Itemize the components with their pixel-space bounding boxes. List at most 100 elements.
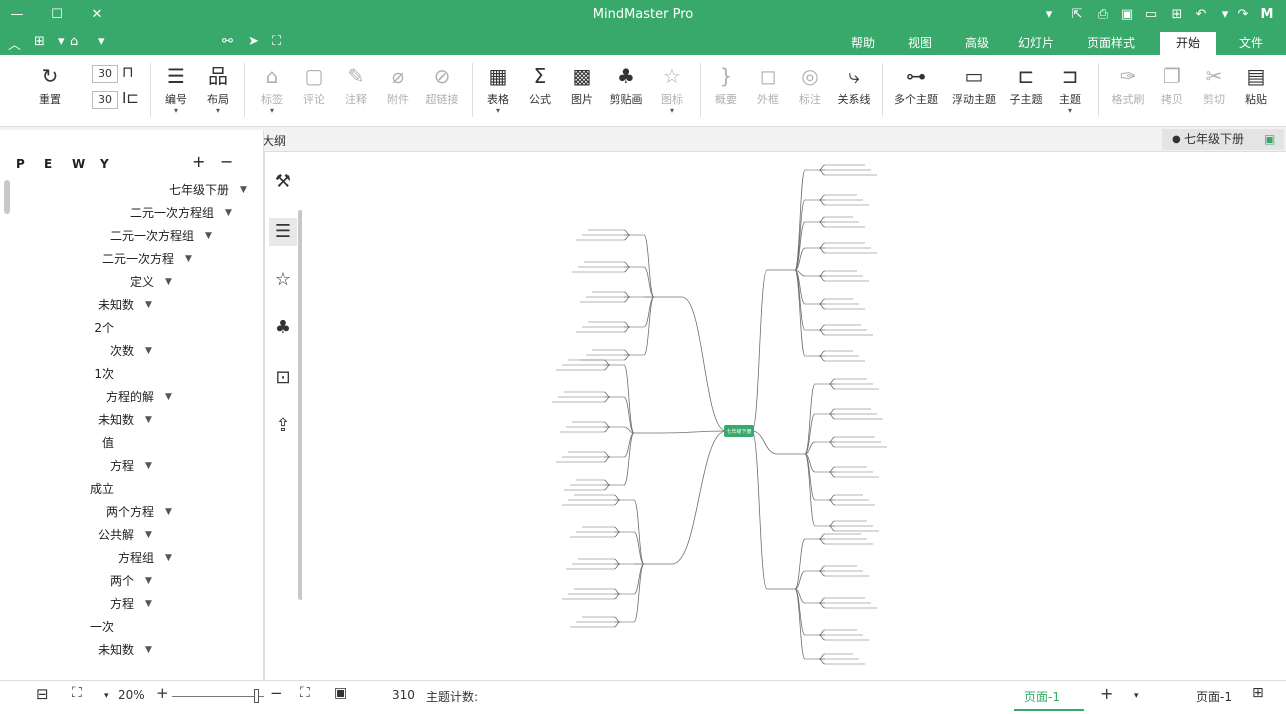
zoom-slider-track[interactable] (172, 696, 264, 697)
relationship-button[interactable]: ⤷ 关系线 (836, 61, 872, 117)
close-icon[interactable]: ● (1172, 129, 1181, 150)
callout-button[interactable]: ◎ 标注 (792, 61, 828, 117)
outline-item[interactable]: 一次 (90, 617, 114, 637)
print-icon[interactable]: ⎙ (1094, 6, 1112, 24)
zoom-dropdown-icon[interactable]: ▾ (104, 691, 109, 701)
outline-item[interactable]: 两个方程 (106, 502, 154, 522)
fit-width-icon[interactable]: ⊟ (36, 685, 49, 703)
page-list-dropdown-icon[interactable]: ▾ (1134, 691, 1139, 701)
page-tab-active[interactable]: 页面-1 (1014, 683, 1084, 711)
tab-file[interactable]: 文件 (1226, 32, 1276, 55)
numbering-button[interactable]: ☰ 编号 ▾ (158, 61, 194, 117)
fullscreen-icon[interactable]: ⛶ (272, 34, 281, 49)
tab-slideshow[interactable]: 幻灯片 (1008, 32, 1064, 55)
chevron-down-icon[interactable]: ▼ (185, 254, 192, 264)
shirt-icon[interactable]: ⌂ (70, 34, 78, 49)
add-page-icon[interactable]: + (1100, 684, 1113, 703)
outline-item[interactable]: 次数 (110, 341, 134, 361)
tab-home[interactable]: 开始 (1160, 32, 1216, 55)
zoom-slider-thumb[interactable] (254, 689, 259, 703)
remove-icon[interactable]: − (220, 152, 233, 172)
outline-item[interactable]: 未知数 (98, 410, 134, 430)
layout-button[interactable]: 品 布局 ▾ (200, 61, 236, 117)
chevron-down-icon[interactable]: ▼ (205, 231, 212, 241)
image-button[interactable]: ▩ 图片 (564, 61, 600, 117)
format-icon[interactable]: ⚒ (269, 168, 297, 196)
outline-item[interactable]: 1次 (94, 364, 114, 384)
chevron-down-icon[interactable]: ▼ (145, 599, 152, 609)
subtopic-button[interactable]: ⊏ 子主题 (1008, 61, 1044, 117)
chevron-down-icon[interactable]: ▼ (165, 392, 172, 402)
multiple-topics-button[interactable]: ⊶ 多个主题 (894, 61, 938, 117)
apps-icon[interactable]: ⊞ (34, 34, 45, 49)
fullscreen-icon[interactable]: ⛶ (300, 685, 310, 701)
spacing-vertical-input[interactable]: 30 (92, 91, 118, 109)
outline-item[interactable]: 未知数 (98, 640, 134, 660)
tab-advanced[interactable]: 高级 (952, 32, 1002, 55)
tag-button[interactable]: ⌂ 标签 ▾ (254, 61, 290, 117)
paste-button[interactable]: ▤ 粘贴 (1238, 61, 1274, 117)
new-icon[interactable]: ⊞ (1168, 6, 1186, 24)
outline-item[interactable]: 2个 (94, 318, 114, 338)
outline-item[interactable]: 值 (102, 433, 114, 453)
export-word-icon[interactable]: W (72, 154, 85, 174)
save-icon[interactable]: ▣ (1118, 6, 1136, 24)
document-tab[interactable]: ● 七年级下册 ▣ (1162, 129, 1284, 150)
outline-item[interactable]: 二元一次方程组 (130, 203, 214, 223)
outline-item[interactable]: 七年级下册 (169, 180, 229, 200)
cut-button[interactable]: ✂ 剪切 (1196, 61, 1232, 117)
zoom-out-icon[interactable]: − (270, 684, 283, 702)
outline-item[interactable]: 未知数 (98, 295, 134, 315)
tab-view[interactable]: 视图 (895, 32, 945, 55)
chevron-down-icon[interactable]: ▼ (145, 645, 152, 655)
table-button[interactable]: ▦ 表格 ▾ (480, 61, 516, 117)
boundary-button[interactable]: ◻ 外框 (750, 61, 786, 117)
chevron-down-icon[interactable]: ▼ (145, 530, 152, 540)
topic-button[interactable]: ⊐ 主题 ▾ (1052, 61, 1088, 117)
zoom-in-icon[interactable]: + (156, 684, 169, 702)
icon-button[interactable]: ☆ 图标 ▾ (654, 61, 690, 117)
hyperlink-button[interactable]: ⊘ 超链接 (424, 61, 460, 117)
outline-item[interactable]: 成立 (90, 479, 114, 499)
outline-item[interactable]: 二元一次方程 (102, 249, 174, 269)
add-icon[interactable]: + (192, 152, 205, 172)
outline-view-icon[interactable]: ☰ (269, 218, 297, 246)
collapse-ribbon-icon[interactable]: ︿ (8, 34, 21, 53)
outline-item[interactable]: 方程 (110, 594, 134, 614)
chevron-down-icon[interactable]: ▼ (145, 415, 152, 425)
redo-icon[interactable]: ↷ (1234, 6, 1252, 24)
clipart-library-icon[interactable]: ♣ (269, 314, 297, 342)
comment-button[interactable]: ▢ 评论 (296, 61, 332, 117)
zoom-level[interactable]: 20% (118, 688, 145, 702)
tab-page-style[interactable]: 页面样式 (1072, 32, 1150, 55)
copy-button[interactable]: ❐ 拷贝 (1154, 61, 1190, 117)
chevron-down-icon[interactable]: ▼ (240, 185, 247, 195)
fit-page-icon[interactable]: ⛶ (72, 685, 82, 701)
floating-topic-button[interactable]: ▭ 浮动主题 (952, 61, 996, 117)
icon-library-icon[interactable]: ☆ (269, 266, 297, 294)
tab-help[interactable]: 帮助 (838, 32, 888, 55)
apps-dropdown-icon[interactable]: ▾ (58, 34, 65, 49)
clipart-button[interactable]: ♣ 剪贴画 (608, 61, 644, 117)
undo-icon[interactable]: ↶ (1192, 6, 1210, 24)
export-icon[interactable]: ⇱ (1068, 6, 1086, 24)
outline-item[interactable]: 两个 (110, 571, 134, 591)
note-button[interactable]: ✎ 注释 (338, 61, 374, 117)
outline-item[interactable]: 二元一次方程组 (110, 226, 194, 246)
outline-item[interactable]: 方程组 (118, 548, 154, 568)
chevron-down-icon[interactable]: ▼ (225, 208, 232, 218)
chevron-down-icon[interactable]: ▼ (145, 576, 152, 586)
export-other-icon[interactable]: Y (100, 154, 109, 174)
chevron-down-icon[interactable]: ▼ (145, 346, 152, 356)
export-pdf-icon[interactable]: P (16, 154, 25, 174)
outline-item[interactable]: 公共解 (98, 525, 134, 545)
outline-item[interactable]: 定义 (130, 272, 154, 292)
outline-item[interactable]: 方程 (110, 456, 134, 476)
theme-dropdown-icon[interactable]: ▾ (98, 34, 105, 49)
chevron-down-icon[interactable]: ▼ (165, 553, 172, 563)
formula-button[interactable]: Σ 公式 (522, 61, 558, 117)
share-icon[interactable]: ⚯ (222, 34, 233, 49)
quick-access-dropdown-icon[interactable]: ▾ (1040, 6, 1058, 24)
spacing-horizontal-input[interactable]: 30 (92, 65, 118, 83)
format-painter-button[interactable]: ✑ 格式刷 (1110, 61, 1146, 117)
